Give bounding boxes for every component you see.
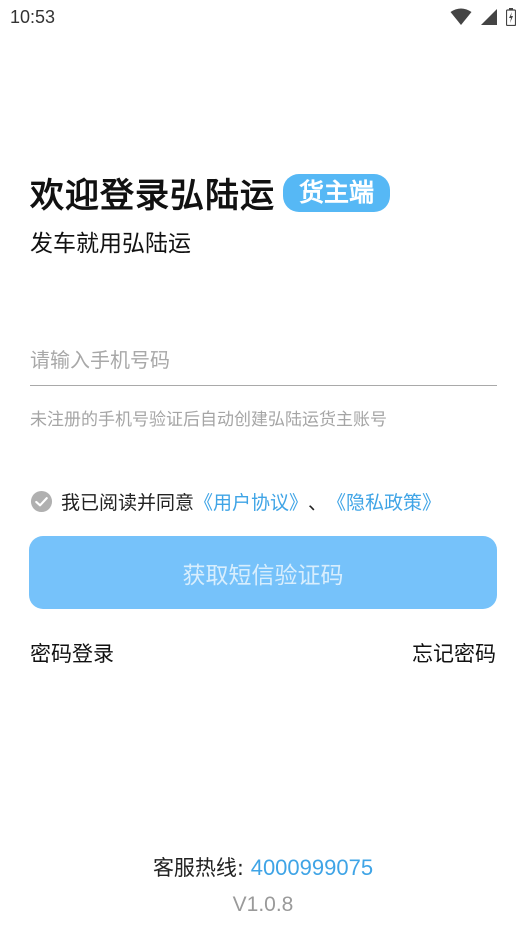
forgot-password-link[interactable]: 忘记密码 bbox=[412, 638, 496, 668]
status-icons bbox=[447, 8, 516, 28]
register-hint: 未注册的手机号验证后自动创建弘陆运货主账号 bbox=[30, 410, 387, 430]
agreement-separator: 、 bbox=[308, 492, 328, 514]
user-agreement-link[interactable]: 《用户协议》 bbox=[194, 488, 308, 515]
battery-icon bbox=[506, 8, 516, 26]
signal-icon bbox=[480, 9, 497, 25]
agreement-checkbox-icon[interactable] bbox=[30, 490, 53, 513]
status-time: 10:53 bbox=[10, 7, 56, 27]
hotline-label: 客服热线: bbox=[152, 856, 245, 880]
get-sms-code-button[interactable]: 获取短信验证码 bbox=[29, 536, 497, 609]
app-version: V1.0.8 bbox=[232, 893, 294, 916]
login-options-row: 密码登录 忘记密码 bbox=[30, 638, 496, 668]
role-badge: 货主端 bbox=[283, 173, 391, 212]
privacy-policy-link[interactable]: 《隐私政策》 bbox=[327, 488, 441, 515]
wifi-icon bbox=[450, 8, 472, 25]
status-bar: 10:53 bbox=[0, 0, 526, 36]
page-subtitle: 发车就用弘陆运 bbox=[30, 231, 191, 257]
page-title: 欢迎登录弘陆运 bbox=[30, 176, 275, 216]
agreement-prefix: 我已阅读并同意 bbox=[61, 492, 195, 514]
phone-input[interactable] bbox=[30, 334, 497, 386]
hotline-number[interactable]: 4000999075 bbox=[251, 855, 373, 880]
customer-hotline: 客服热线: 4000999075 bbox=[0, 852, 526, 882]
password-login-link[interactable]: 密码登录 bbox=[30, 638, 114, 668]
agreement-row: 我已阅读并同意 《用户协议》 、 《隐私政策》 bbox=[30, 488, 441, 515]
title-row: 欢迎登录弘陆运 货主端 bbox=[30, 168, 391, 217]
login-screen: 10:53 欢迎登录弘陆运 货主端 发车就用弘陆运 未注册的手机号验证后自动创建… bbox=[0, 0, 526, 935]
